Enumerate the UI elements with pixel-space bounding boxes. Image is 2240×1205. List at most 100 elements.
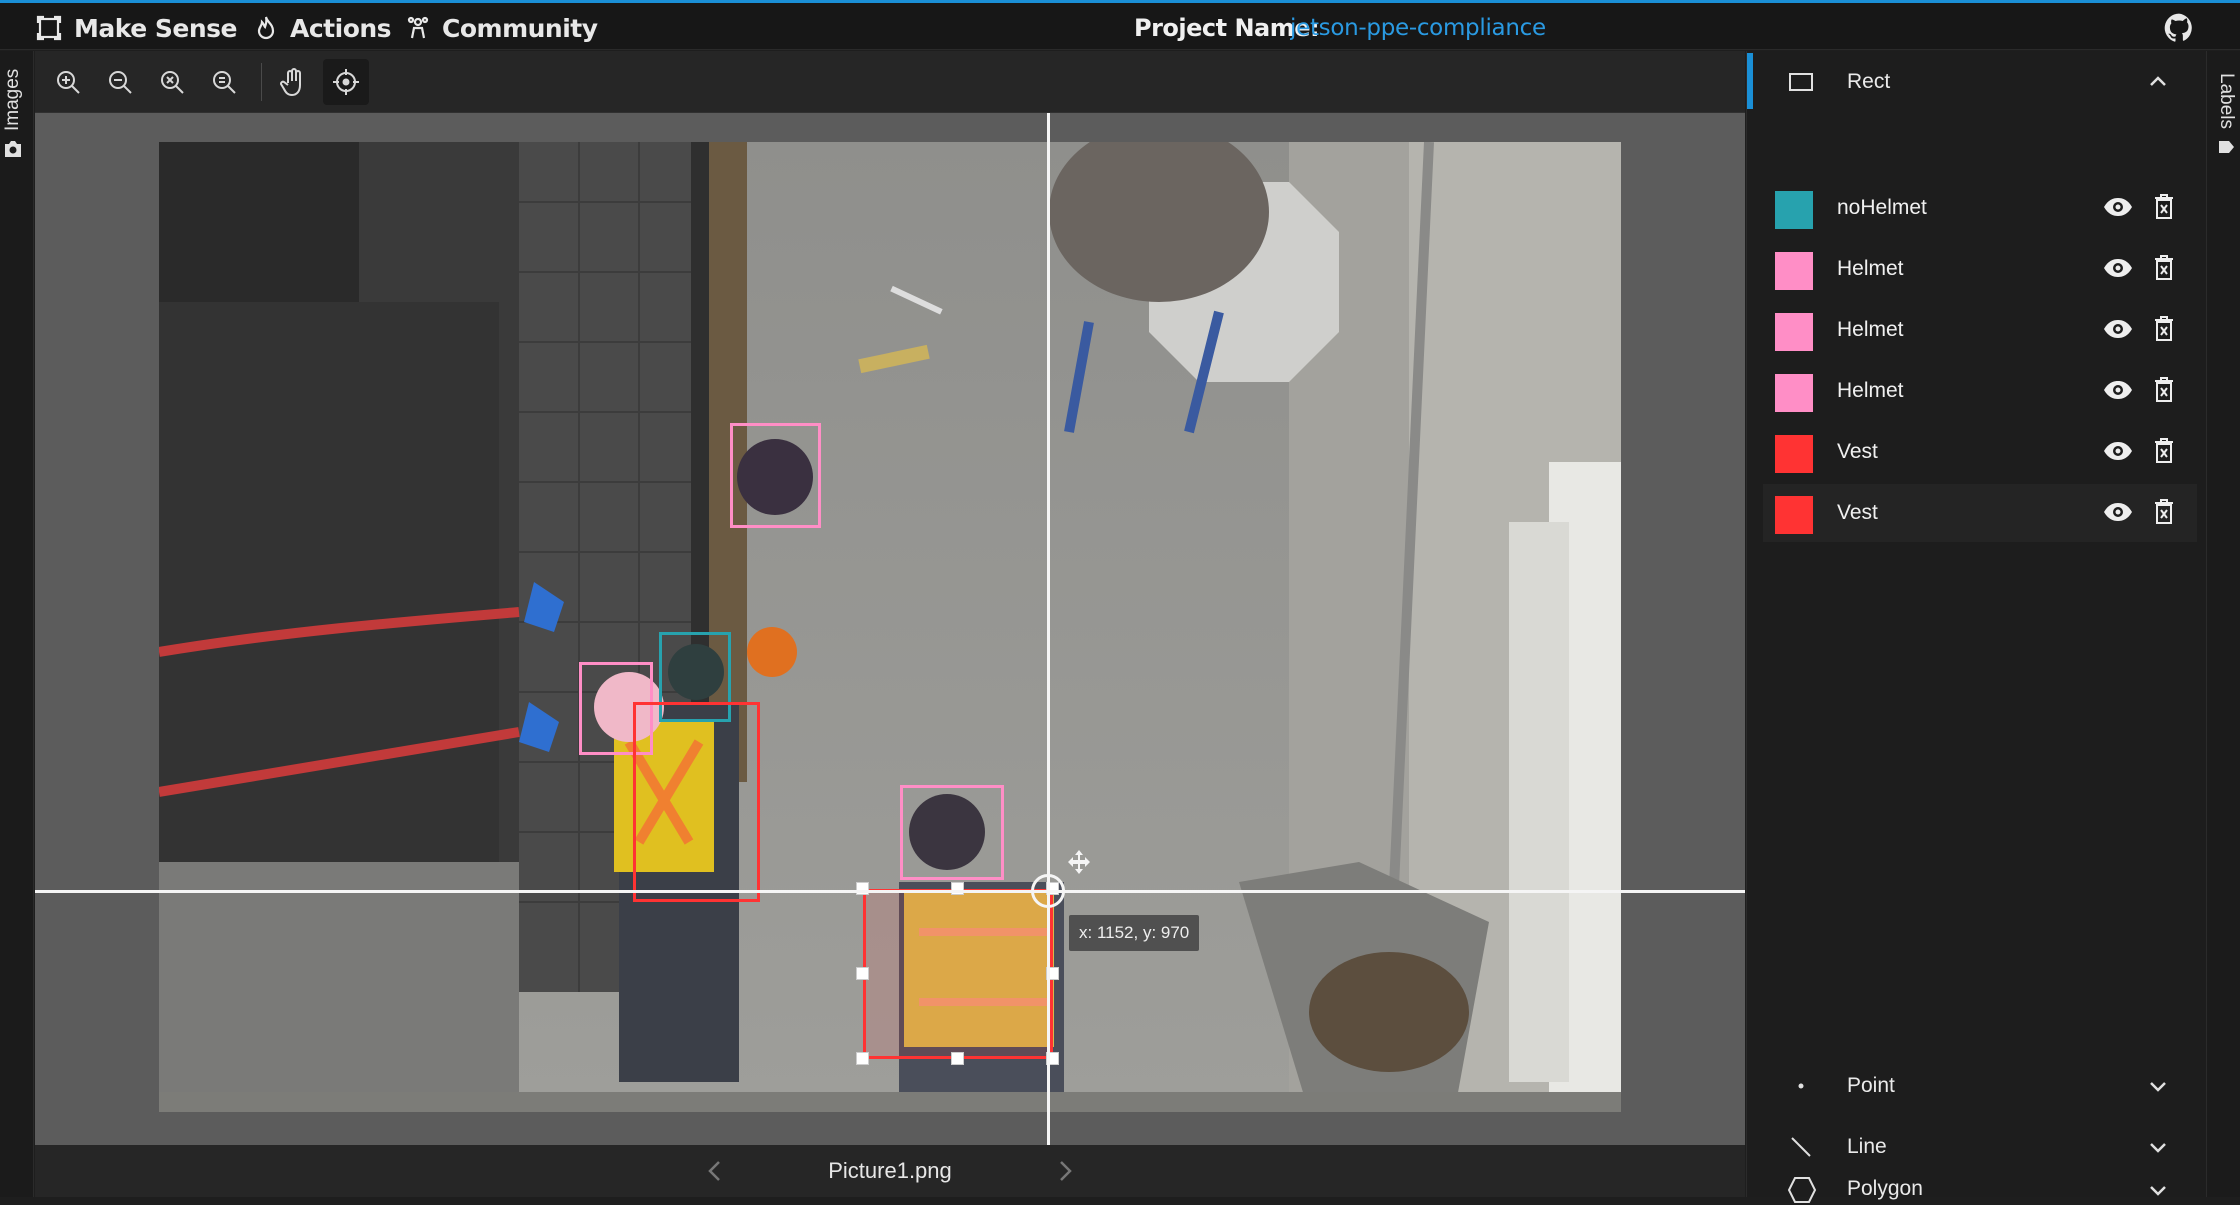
resize-handle[interactable] [951, 1052, 964, 1065]
zoom-out-button[interactable] [97, 59, 143, 105]
chevron-down-icon [2150, 1082, 2166, 1092]
point-section-label: Point [1847, 1074, 1895, 1097]
delete-icon[interactable] [2153, 255, 2175, 281]
label-row[interactable]: Helmet [1763, 301, 2197, 359]
eye-icon[interactable] [2103, 319, 2133, 339]
crosshair-button[interactable] [323, 59, 369, 105]
resize-handle[interactable] [951, 882, 964, 895]
polygon-icon [1787, 1177, 1817, 1203]
crosshair-vertical-line [1047, 113, 1050, 1145]
cursor-coordinates: x: 1152, y: 970 [1069, 915, 1200, 951]
chevron-down-icon [2150, 1143, 2166, 1153]
left-sidebar-strip: Images [0, 51, 34, 1197]
zoom-fit-icon [161, 71, 184, 94]
eye-icon[interactable] [2103, 380, 2133, 400]
toolbar-divider [261, 63, 262, 101]
zoom-fit-button[interactable] [149, 59, 195, 105]
line-section-header[interactable]: Line [1747, 1116, 2207, 1178]
delete-icon[interactable] [2153, 438, 2175, 464]
logo-icon [36, 15, 62, 41]
label-color-swatch[interactable] [1775, 496, 1813, 534]
label-color-swatch[interactable] [1775, 191, 1813, 229]
fire-icon [257, 16, 275, 40]
label-row[interactable]: Helmet [1763, 362, 2197, 420]
delete-icon[interactable] [2153, 499, 2175, 525]
label-color-swatch[interactable] [1775, 252, 1813, 290]
chevron-right-icon [1060, 1161, 1072, 1181]
delete-icon[interactable] [2153, 377, 2175, 403]
actions-menu[interactable]: Actions [254, 3, 392, 53]
label-color-swatch[interactable] [1775, 374, 1813, 412]
rect-section-header[interactable]: Rect [1747, 51, 2207, 113]
image-navigation-bar: Picture1.png [35, 1145, 1745, 1197]
resize-handle[interactable] [856, 882, 869, 895]
project-name-input[interactable] [1290, 11, 1590, 45]
images-tab[interactable]: Images [2, 69, 24, 159]
pan-button[interactable] [271, 59, 317, 105]
label-name: Helmet [1837, 318, 1904, 341]
crosshair-horizontal-line [35, 890, 1745, 893]
camera-icon [5, 141, 21, 157]
hand-icon [280, 68, 301, 97]
polygon-section-header[interactable]: Polygon [1747, 1177, 2207, 1203]
eye-icon[interactable] [2103, 502, 2133, 522]
labels-tab[interactable]: Labels [2215, 73, 2237, 157]
label-name: Vest [1837, 501, 1878, 524]
current-filename: Picture1.png [828, 1158, 952, 1183]
eye-icon[interactable] [2103, 258, 2133, 278]
label-row[interactable]: Helmet [1763, 240, 2197, 298]
crosshair-icon [333, 69, 359, 95]
rectangle-icon [1789, 73, 1813, 91]
eye-icon[interactable] [2103, 441, 2133, 461]
label-name: Helmet [1837, 379, 1904, 402]
eye-icon[interactable] [2103, 197, 2133, 217]
move-cursor-icon [1065, 848, 1093, 881]
brand-label: Make Sense [74, 13, 237, 43]
chevron-down-icon [2150, 1186, 2166, 1196]
line-section-label: Line [1847, 1135, 1887, 1158]
delete-icon[interactable] [2153, 194, 2175, 220]
point-section-header[interactable]: Point [1747, 1055, 2207, 1117]
label-name: noHelmet [1837, 196, 1927, 219]
zoom-out-icon [109, 71, 132, 94]
tag-icon [2219, 141, 2234, 153]
top-navbar: Make Sense Actions Community Project Nam… [0, 0, 2240, 50]
zoom-in-button[interactable] [45, 59, 91, 105]
github-link[interactable] [2164, 13, 2194, 48]
line-icon [1791, 1137, 1811, 1157]
right-sidebar-strip: Labels [2206, 51, 2240, 1197]
zoom-max-button[interactable] [201, 59, 247, 105]
polygon-section-label: Polygon [1847, 1177, 1923, 1200]
annotation-vest-1[interactable] [633, 702, 760, 902]
resize-handle[interactable] [856, 967, 869, 980]
label-row[interactable]: Vest [1763, 423, 2197, 481]
delete-icon[interactable] [2153, 316, 2175, 342]
label-color-swatch[interactable] [1775, 435, 1813, 473]
label-color-swatch[interactable] [1775, 313, 1813, 351]
community-menu[interactable]: Community [406, 3, 598, 53]
images-tab-label: Images [2, 68, 23, 131]
community-label: Community [442, 13, 598, 43]
label-panel: Rect noHelmet Helmet Helmet Helmet Vest … [1746, 51, 2207, 1203]
label-row-selected[interactable]: Vest [1763, 484, 2197, 542]
brand[interactable]: Make Sense [36, 3, 237, 53]
editor-toolbar [35, 51, 1745, 113]
annotation-helmet-1[interactable] [730, 423, 821, 528]
annotation-vest-selected[interactable] [863, 889, 1053, 1059]
github-icon [2164, 13, 2192, 42]
labels-tab-label: Labels [2216, 73, 2237, 129]
actions-label: Actions [290, 13, 392, 43]
editor-canvas[interactable]: x: 1152, y: 970 [35, 113, 1745, 1145]
label-name: Vest [1837, 440, 1878, 463]
community-icon [407, 16, 429, 39]
zoom-in-icon [57, 71, 80, 94]
next-image-button[interactable] [1055, 1159, 1075, 1188]
resize-handle[interactable] [856, 1052, 869, 1065]
label-row[interactable]: noHelmet [1763, 179, 2197, 237]
label-name: Helmet [1837, 257, 1904, 280]
annotation-helmet-3[interactable] [900, 785, 1004, 880]
rect-section-label: Rect [1847, 70, 1891, 93]
crosshair-center-circle [1031, 874, 1065, 908]
zoom-max-icon [213, 71, 236, 94]
annotated-image [159, 142, 1621, 1112]
